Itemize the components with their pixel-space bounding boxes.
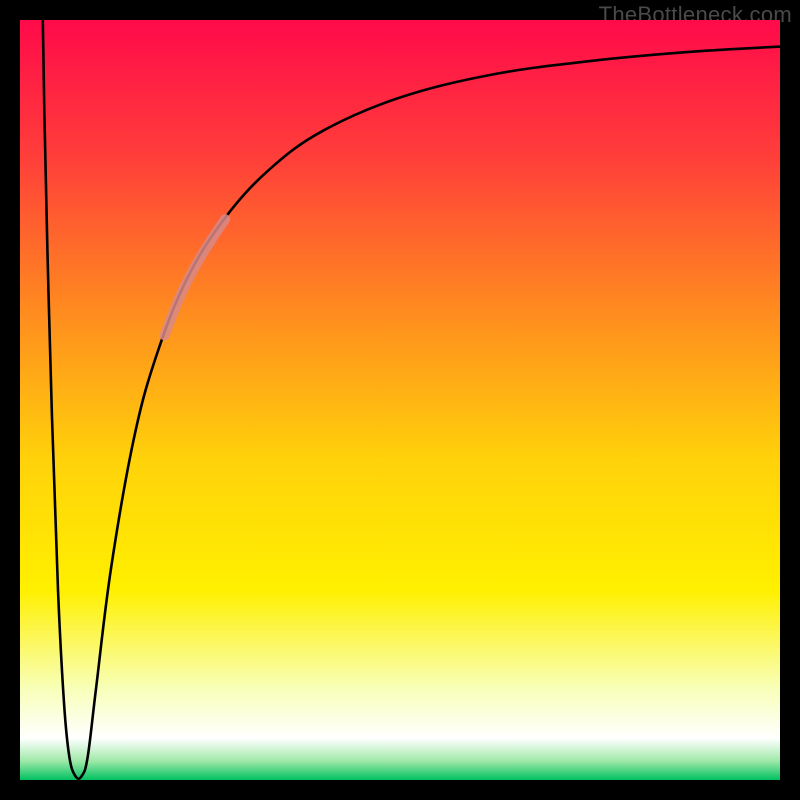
chart-svg bbox=[20, 20, 780, 780]
chart-background bbox=[20, 20, 780, 780]
chart-frame: TheBottleneck.com bbox=[0, 0, 800, 800]
chart-plot-area bbox=[20, 20, 780, 780]
